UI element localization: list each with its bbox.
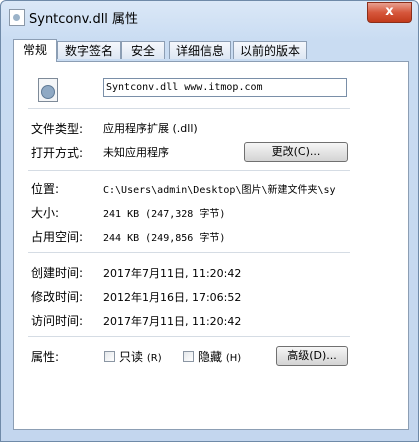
created-label: 创建时间: — [31, 266, 84, 280]
tab-previous-versions[interactable]: 以前的版本 — [233, 41, 307, 59]
attributes-label: 属性: — [31, 350, 60, 364]
location-label: 位置: — [31, 182, 60, 196]
file-name-input[interactable]: Syntconv.dll www.itmop.com — [103, 78, 347, 97]
size-label: 大小: — [31, 206, 60, 220]
dll-file-icon — [9, 9, 25, 26]
hidden-checkbox[interactable] — [183, 351, 194, 362]
tab-digital-signatures[interactable]: 数字签名 — [57, 41, 121, 59]
readonly-checkbox-label[interactable]: 只读 (R) — [119, 348, 162, 365]
accessed-value: 2017年7月11日, 11:20:42 — [103, 315, 242, 328]
tab-details[interactable]: 详细信息 — [169, 41, 231, 59]
file-type-label: 文件类型: — [31, 122, 84, 136]
hidden-access-key: (H) — [225, 353, 242, 364]
properties-window: Syntconv.dll 属性 x 常规 数字签名 安全 详细信息 以前的版本 … — [0, 0, 419, 442]
general-panel: Syntconv.dll www.itmop.com 文件类型: 应用程序扩展 … — [13, 61, 409, 430]
advanced-button[interactable]: 高级(D)... — [276, 346, 348, 366]
dll-file-large-icon — [38, 78, 58, 102]
location-value: C:\Users\admin\Desktop\图片\新建文件夹\sy — [103, 185, 336, 196]
divider — [28, 170, 350, 171]
accessed-label: 访问时间: — [31, 314, 84, 328]
divider — [28, 336, 350, 337]
open-with-label: 打开方式: — [31, 146, 84, 160]
open-with-value: 未知应用程序 — [103, 146, 169, 159]
tab-security[interactable]: 安全 — [121, 41, 165, 59]
hidden-checkbox-label[interactable]: 隐藏 (H) — [198, 348, 241, 365]
created-value: 2017年7月11日, 11:20:42 — [103, 267, 242, 280]
size-on-disk-value: 244 KB (249,856 字节) — [103, 233, 226, 244]
file-type-value: 应用程序扩展 (.dll) — [103, 122, 198, 135]
title-bar[interactable]: Syntconv.dll 属性 x — [1, 1, 418, 31]
size-value: 241 KB (247,328 字节) — [103, 209, 226, 220]
close-button[interactable]: x — [367, 2, 412, 23]
readonly-access-key: (R) — [146, 353, 162, 364]
divider — [28, 252, 350, 253]
window-title: Syntconv.dll 属性 — [29, 12, 139, 27]
readonly-checkbox[interactable] — [104, 351, 115, 362]
hidden-text: 隐藏 — [198, 350, 223, 364]
tab-general[interactable]: 常规 — [13, 39, 57, 62]
readonly-text: 只读 — [119, 350, 144, 364]
size-on-disk-label: 占用空间: — [31, 230, 84, 244]
divider — [28, 108, 350, 109]
modified-value: 2012年1月16日, 17:06:52 — [103, 291, 242, 304]
change-button[interactable]: 更改(C)... — [244, 142, 348, 162]
modified-label: 修改时间: — [31, 290, 84, 304]
